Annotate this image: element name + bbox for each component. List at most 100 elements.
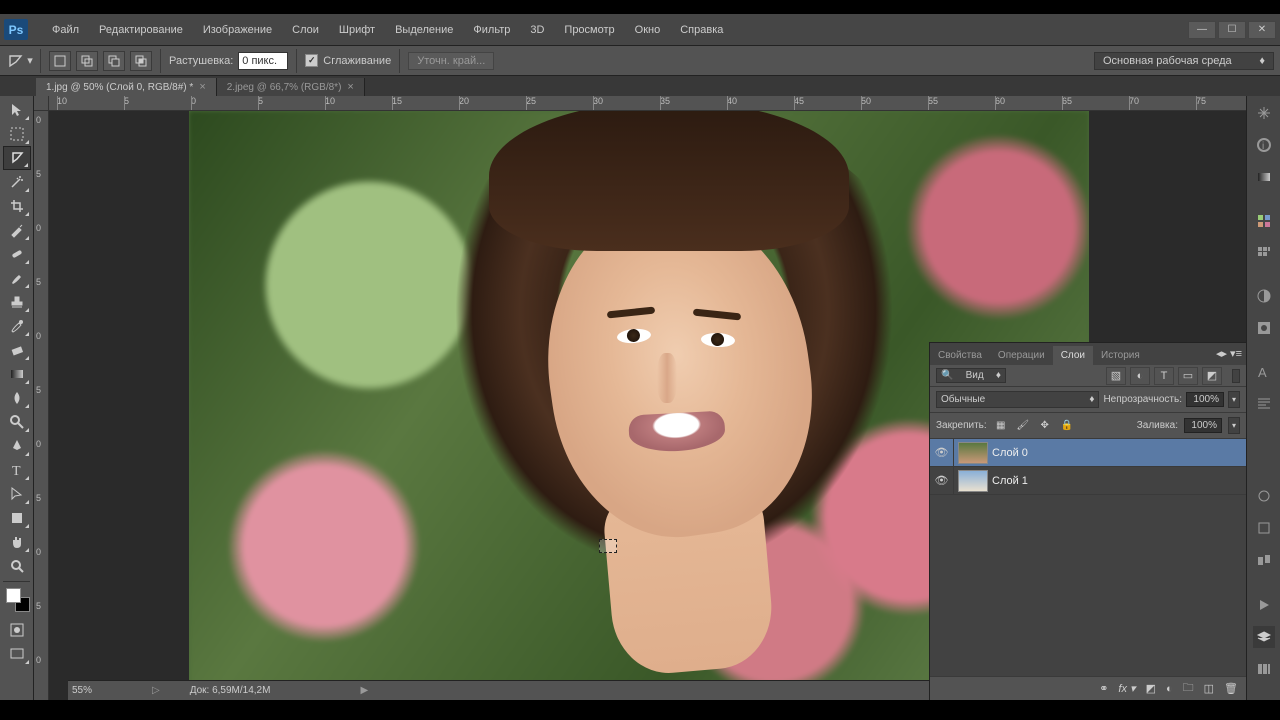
window-minimize[interactable]: —: [1188, 21, 1216, 39]
ruler-origin[interactable]: [34, 96, 49, 111]
document-tab-2[interactable]: 2.jpeg @ 66,7% (RGB/8*)×: [217, 78, 365, 96]
menu-3d[interactable]: 3D: [520, 18, 554, 42]
lock-paint-icon[interactable]: 🖌: [1015, 418, 1031, 434]
panel-menu-icon[interactable]: ▾≡: [1230, 347, 1242, 360]
filter-toggle[interactable]: [1232, 369, 1240, 383]
adjustments-icon[interactable]: [1253, 285, 1275, 307]
visibility-toggle-icon[interactable]: 👁: [930, 439, 954, 466]
lasso-tool[interactable]: [3, 146, 31, 170]
blur-tool[interactable]: [3, 386, 31, 410]
history-brush-tool[interactable]: [3, 314, 31, 338]
menu-layer[interactable]: Слои: [282, 18, 329, 42]
new-layer-icon[interactable]: ◫: [1204, 682, 1214, 695]
tab-history[interactable]: История: [1093, 346, 1148, 365]
layers-panel-icon[interactable]: [1253, 626, 1275, 648]
fill-input[interactable]: 100%: [1184, 418, 1222, 433]
zoom-level[interactable]: 55%: [72, 685, 122, 696]
vertical-ruler[interactable]: 05050505050: [34, 111, 49, 700]
opacity-slider-toggle[interactable]: ▾: [1228, 391, 1240, 408]
antialias-checkbox[interactable]: ✓: [305, 54, 318, 67]
layer-filter-select[interactable]: 🔍Вид♦: [936, 368, 1006, 383]
tab-properties[interactable]: Свойства: [930, 346, 990, 365]
layer-name[interactable]: Слой 1: [992, 475, 1028, 487]
zoom-tool[interactable]: [3, 554, 31, 578]
lock-all-icon[interactable]: 🔒: [1059, 418, 1075, 434]
layer-thumbnail[interactable]: [958, 442, 988, 464]
actions-play-icon[interactable]: [1253, 594, 1275, 616]
document-tab-1[interactable]: 1.jpg @ 50% (Слой 0, RGB/8#) *×: [36, 78, 217, 96]
selection-new-icon[interactable]: [49, 51, 71, 71]
tab-layers[interactable]: Слои: [1053, 346, 1093, 365]
layer-mask-icon[interactable]: ◩: [1146, 682, 1156, 695]
layer-row[interactable]: 👁 Слой 0: [930, 439, 1246, 467]
visibility-toggle-icon[interactable]: 👁: [930, 467, 954, 494]
fill-slider-toggle[interactable]: ▾: [1228, 417, 1240, 434]
swatches-icon[interactable]: [1253, 210, 1275, 232]
layer-fx-icon[interactable]: fx ▾: [1118, 682, 1135, 695]
marquee-tool[interactable]: [3, 122, 31, 146]
brushes-icon[interactable]: [1253, 517, 1275, 539]
feather-input[interactable]: [238, 52, 288, 70]
link-layers-icon[interactable]: ⚭: [1099, 682, 1108, 695]
menu-view[interactable]: Просмотр: [554, 18, 624, 42]
layer-thumbnail[interactable]: [958, 470, 988, 492]
menu-filter[interactable]: Фильтр: [463, 18, 520, 42]
eyedropper-tool[interactable]: [3, 218, 31, 242]
color-swatches[interactable]: [6, 588, 30, 612]
workspace-selector[interactable]: Основная рабочая среда♦: [1094, 52, 1274, 70]
character-icon[interactable]: A: [1253, 361, 1275, 383]
stamp-tool[interactable]: [3, 290, 31, 314]
panel-collapse-icon[interactable]: ◂▸: [1216, 347, 1227, 360]
window-maximize[interactable]: ☐: [1218, 21, 1246, 39]
gradient-tool[interactable]: [3, 362, 31, 386]
styles-icon[interactable]: [1253, 242, 1275, 264]
blend-mode-select[interactable]: Обычные♦: [936, 391, 1099, 408]
opacity-input[interactable]: 100%: [1186, 392, 1224, 407]
window-close[interactable]: ✕: [1248, 21, 1276, 39]
hand-tool[interactable]: [3, 530, 31, 554]
menu-help[interactable]: Справка: [670, 18, 733, 42]
info-icon[interactable]: i: [1253, 134, 1275, 156]
lock-transparent-icon[interactable]: ▦: [993, 418, 1009, 434]
delete-layer-icon[interactable]: 🗑: [1224, 682, 1238, 695]
quick-mask-toggle[interactable]: [3, 618, 31, 642]
layer-name[interactable]: Слой 0: [992, 447, 1028, 459]
filter-shape-icon[interactable]: ▭: [1178, 367, 1198, 385]
dodge-tool[interactable]: [3, 410, 31, 434]
paragraph-icon[interactable]: [1253, 393, 1275, 415]
selection-add-icon[interactable]: [76, 51, 98, 71]
brush-settings-icon[interactable]: [1253, 485, 1275, 507]
filter-adjust-icon[interactable]: ◐: [1130, 367, 1150, 385]
brush-tool[interactable]: [3, 266, 31, 290]
filter-type-icon[interactable]: T: [1154, 367, 1174, 385]
shape-tool[interactable]: [3, 506, 31, 530]
crop-tool[interactable]: [3, 194, 31, 218]
layer-row[interactable]: 👁 Слой 1: [930, 467, 1246, 495]
menu-type[interactable]: Шрифт: [329, 18, 385, 42]
channels-icon[interactable]: [1253, 658, 1275, 680]
close-tab-icon[interactable]: ×: [347, 81, 353, 93]
pen-tool[interactable]: [3, 434, 31, 458]
menu-file[interactable]: Файл: [42, 18, 89, 42]
clone-source-icon[interactable]: [1253, 549, 1275, 571]
active-tool-icon[interactable]: ▾: [6, 50, 34, 72]
lock-position-icon[interactable]: ✥: [1037, 418, 1053, 434]
screen-mode-toggle[interactable]: [3, 642, 31, 666]
group-icon[interactable]: 🗀: [1183, 679, 1194, 698]
selection-intersect-icon[interactable]: [130, 51, 152, 71]
menu-image[interactable]: Изображение: [193, 18, 282, 42]
masks-icon[interactable]: [1253, 317, 1275, 339]
menu-edit[interactable]: Редактирование: [89, 18, 193, 42]
menu-select[interactable]: Выделение: [385, 18, 463, 42]
color-icon[interactable]: [1253, 166, 1275, 188]
filter-image-icon[interactable]: ▧: [1106, 367, 1126, 385]
healing-tool[interactable]: [3, 242, 31, 266]
eraser-tool[interactable]: [3, 338, 31, 362]
wand-tool[interactable]: [3, 170, 31, 194]
move-tool[interactable]: [3, 98, 31, 122]
type-tool[interactable]: T: [3, 458, 31, 482]
tab-actions[interactable]: Операции: [990, 346, 1053, 365]
filter-smart-icon[interactable]: ◩: [1202, 367, 1222, 385]
refine-edge-button[interactable]: Уточн. край...: [408, 52, 494, 70]
horizontal-ruler[interactable]: 105051015202530354045505560657075: [49, 96, 1246, 111]
